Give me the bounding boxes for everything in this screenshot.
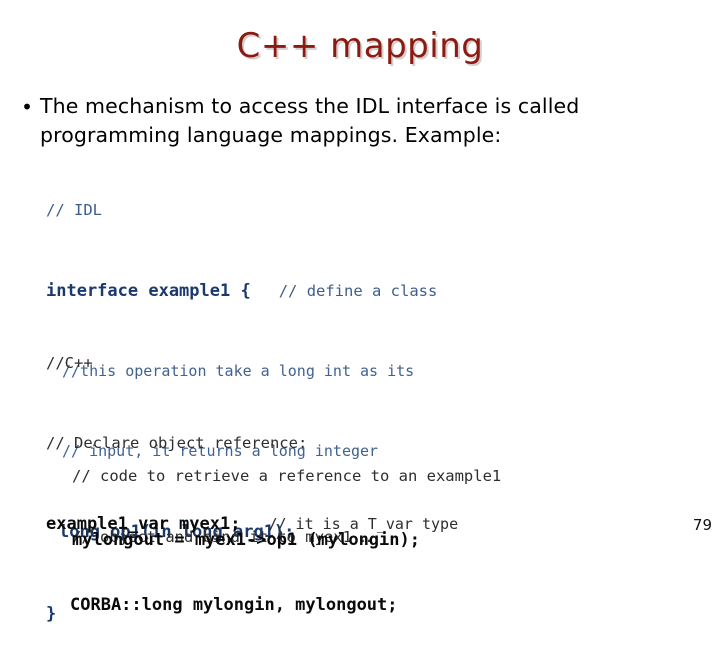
cpp-comment-line-1: //C++ xyxy=(46,354,93,372)
cpp-note-line-1: // code to retrieve a reference to an ex… xyxy=(72,467,502,485)
page-number: 79 xyxy=(692,516,712,534)
bullet-item-label: The mechanism to access the IDL interfac… xyxy=(40,94,580,147)
page-title: C++ mapping xyxy=(236,26,484,66)
cpp-final-statement: mylongout = myex1->op1 (mylongin); xyxy=(72,530,420,550)
bullet-marker-icon: • xyxy=(21,95,33,119)
bullet-list: • The mechanism to access the IDL interf… xyxy=(14,92,654,150)
idl-interface-decl: interface example1 { xyxy=(46,281,251,301)
cpp-corba-declaration-line: CORBA::long mylongin, mylongout; xyxy=(70,595,398,615)
cpp-final-statement-block: mylongout = myex1->op1 (mylongin); xyxy=(72,490,420,590)
idl-comment-line: // IDL xyxy=(46,201,102,219)
list-item: • The mechanism to access the IDL interf… xyxy=(14,92,654,150)
idl-interface-trailing-comment: // define a class xyxy=(278,282,438,300)
slide-canvas: C++ mapping • The mechanism to access th… xyxy=(0,0,720,624)
idl-interface-line: interface example1 { // define a class xyxy=(46,279,437,303)
